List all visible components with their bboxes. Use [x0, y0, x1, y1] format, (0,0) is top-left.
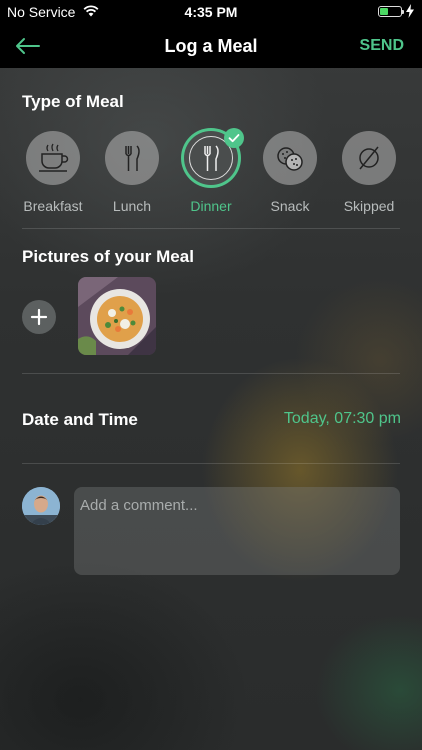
blurred-background — [0, 0, 422, 750]
cookies-icon — [277, 147, 303, 171]
battery-level — [380, 8, 388, 15]
date-time-value[interactable]: Today, 07:30 pm — [284, 410, 401, 428]
status-bar: No Service 4:35 PM — [0, 0, 422, 24]
meal-type-title: Type of Meal — [22, 92, 124, 111]
meal-option-skipped[interactable]: Skipped — [329, 131, 409, 217]
meal-option-dinner[interactable]: Dinner — [171, 128, 251, 217]
meal-option-breakfast[interactable]: Breakfast — [13, 131, 93, 217]
meal-option-lunch[interactable]: Lunch — [92, 131, 172, 217]
checkmark-icon — [224, 128, 244, 148]
plus-icon — [30, 308, 48, 326]
meal-option-label: Lunch — [112, 198, 152, 214]
fork-knife-icon — [125, 145, 140, 171]
meal-option-label: Breakfast — [23, 198, 83, 214]
empty-set-icon — [359, 146, 379, 170]
soup-bowl-image — [78, 277, 156, 355]
divider — [22, 463, 400, 464]
nav-bar: Log a Meal SEND — [0, 24, 422, 68]
meal-option-label: Skipped — [343, 198, 395, 214]
battery-icon — [378, 6, 404, 17]
send-button[interactable]: SEND — [360, 37, 404, 55]
meal-circle — [342, 131, 396, 185]
coffee-cup-icon — [39, 143, 69, 172]
meal-circle — [26, 131, 80, 185]
meal-circle — [263, 131, 317, 185]
charging-bolt-icon — [406, 4, 414, 18]
pictures-title: Pictures of your Meal — [22, 247, 194, 266]
meal-circle — [105, 131, 159, 185]
meal-option-snack[interactable]: Snack — [250, 131, 330, 217]
meal-photo-thumbnail[interactable] — [78, 277, 156, 355]
divider — [22, 373, 400, 374]
clock: 4:35 PM — [184, 4, 238, 20]
meal-option-label: Snack — [270, 198, 310, 214]
comment-input[interactable] — [74, 487, 400, 575]
meal-option-label: Dinner — [190, 198, 232, 214]
divider — [22, 228, 400, 229]
add-photo-button[interactable] — [22, 300, 56, 334]
avatar — [22, 487, 60, 525]
date-time-title: Date and Time — [22, 410, 138, 429]
